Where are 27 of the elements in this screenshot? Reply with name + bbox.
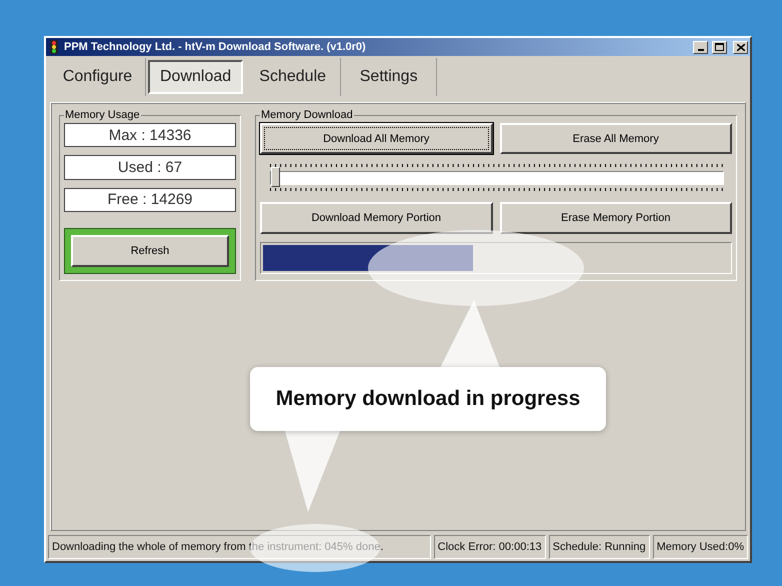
status-panel: Clock Error: 00:00:13 [434,535,546,559]
window-title: PPM Technology Ltd. - htV-m Download Software. (v1.0r0) [64,41,367,53]
slider-thumb[interactable] [271,167,280,187]
action-button[interactable]: Erase Memory Portion [500,202,732,234]
minimize-button[interactable] [693,40,708,54]
status-message: Downloading the whole of memory from the instrument: 045% done. [48,535,431,559]
maximize-icon [715,43,724,51]
traffic-light-icon [48,40,60,54]
action-button[interactable]: Erase All Memory [500,123,732,154]
maximize-button[interactable] [712,40,727,54]
close-button[interactable] [733,40,748,54]
callout-pointer [440,300,500,368]
status-panel: Schedule: Running [548,535,650,559]
status-panel: Memory Used:0% [652,535,748,559]
close-icon [736,44,744,50]
group-title: Memory Usage [64,109,141,121]
tab[interactable]: Settings [341,58,438,96]
tab[interactable]: Schedule [245,58,342,96]
tab[interactable]: Download [148,60,244,94]
readout-field: Max : 14336 [64,123,236,148]
readout-field: Used : 67 [64,155,236,180]
readout-field: Free : 14269 [64,188,236,212]
tab[interactable]: Configure [50,58,146,96]
group-title: Memory Download [260,109,354,121]
refresh-button[interactable]: Refresh [71,234,229,267]
action-button[interactable]: Download Memory Portion [260,202,492,234]
action-button[interactable]: Download All Memory [260,123,492,154]
